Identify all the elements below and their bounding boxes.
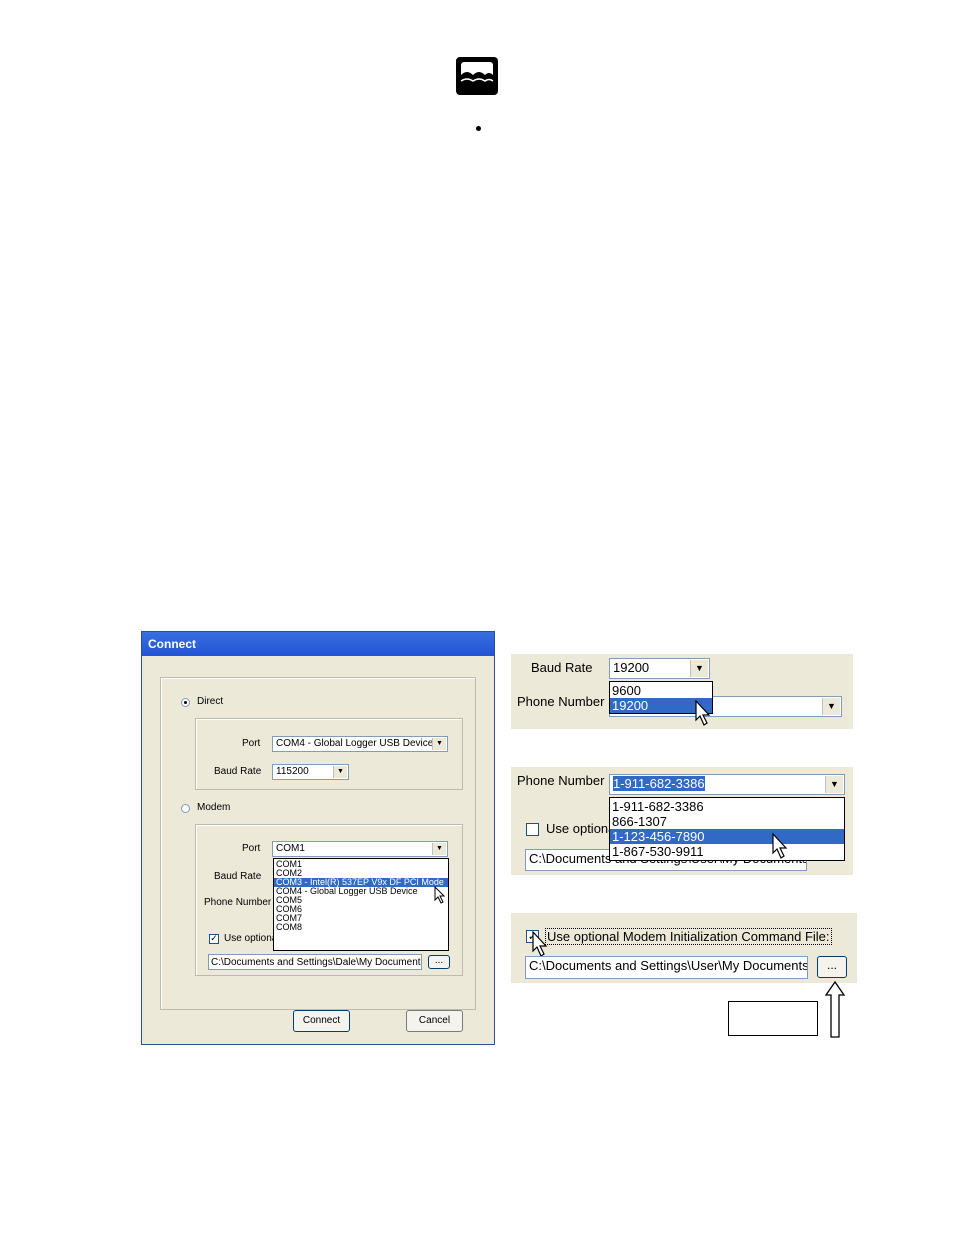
list-item[interactable]: 9600 [610, 683, 712, 698]
zoom3-path-value: C:\Documents and Settings\User\My Docume… [529, 958, 808, 973]
zoom3-browse-button[interactable]: ... [817, 956, 847, 978]
modem-radio[interactable] [181, 804, 190, 813]
modem-phone-label: Phone Number [204, 897, 272, 908]
zoom2-phone-dropdown-list[interactable]: 1-911-682-3386 866-1307 1-123-456-7890 1… [609, 797, 845, 861]
list-item[interactable]: COM4 - Global Logger USB Device [274, 887, 448, 896]
zoom2-phone-value: 1-911-682-3386 [613, 776, 705, 791]
list-item[interactable]: COM8 [274, 923, 448, 932]
zoom1-phone-label: Phone Number [517, 694, 605, 709]
chevron-down-icon[interactable]: ▼ [432, 843, 446, 855]
direct-radio[interactable] [181, 698, 190, 707]
direct-port-select[interactable]: COM4 - Global Logger USB Device ▼ [272, 736, 448, 752]
chevron-down-icon[interactable]: ▼ [825, 776, 843, 793]
modem-baud-label: Baud Rate [214, 871, 262, 882]
list-item[interactable]: COM7 [274, 914, 448, 923]
list-item[interactable]: 1-911-682-3386 [610, 799, 844, 814]
list-item[interactable]: COM1 [274, 860, 448, 869]
connect-button[interactable]: Connect [293, 1010, 350, 1032]
modem-port-value: COM1 [276, 843, 305, 854]
direct-baud-value: 115200 [276, 766, 309, 777]
mouse-cursor-icon [434, 886, 446, 904]
phone-number-zoom-panel: Phone Number 1-911-682-3386 ▼ Use option… [511, 767, 853, 875]
chevron-down-icon[interactable]: ▼ [822, 698, 840, 715]
direct-baud-select[interactable]: 115200 ▼ [272, 764, 349, 780]
zoom2-use-optional-checkbox[interactable] [526, 823, 539, 836]
modem-label: Modem [197, 802, 231, 813]
baud-rate-zoom-panel: Baud Rate 19200 ▼ Phone Number ▼ 9600 19… [511, 654, 853, 729]
modem-port-dropdown-list[interactable]: COM1 COM2 COM3 - Intel(R) 537EP V9x DF P… [273, 858, 449, 951]
direct-label: Direct [197, 696, 224, 707]
zoom2-phone-select[interactable]: 1-911-682-3386 ▼ [609, 774, 845, 795]
zoom3-path-field[interactable]: C:\Documents and Settings\User\My Docume… [525, 956, 808, 979]
list-item-selected[interactable]: 1-123-456-7890 [610, 829, 844, 844]
browse-button[interactable]: ... [428, 955, 450, 969]
cancel-button[interactable]: Cancel [406, 1010, 463, 1032]
mouse-cursor-icon [695, 700, 711, 726]
modem-port-select[interactable]: COM1 ▼ [272, 841, 448, 857]
list-item-selected[interactable]: COM3 - Intel(R) 537EP V9x DF PCI Mode [274, 878, 448, 887]
zoom1-baud-label: Baud Rate [531, 660, 593, 675]
zoom2-phone-label: Phone Number [517, 773, 605, 788]
zoom1-baud-value: 19200 [613, 660, 650, 675]
direct-port-label: Port [242, 738, 261, 749]
zoom2-use-optional-label: Use optiona [546, 821, 616, 836]
chevron-down-icon[interactable]: ▼ [690, 660, 708, 677]
bullet-point [476, 126, 481, 131]
list-item[interactable]: COM5 [274, 896, 448, 905]
company-logo-icon [456, 57, 498, 95]
connect-dialog: Connect Direct Port COM4 - Global Logger… [141, 631, 495, 1045]
direct-baud-label: Baud Rate [214, 766, 262, 777]
use-optional-checkbox[interactable]: ✓ [209, 934, 219, 944]
zoom3-use-optional-label: Use optional Modem Initialization Comman… [545, 928, 832, 945]
list-item[interactable]: COM2 [274, 869, 448, 878]
list-item[interactable]: 866-1307 [610, 814, 844, 829]
direct-port-value: COM4 - Global Logger USB Device [276, 738, 434, 749]
callout-box [728, 1001, 818, 1036]
dialog-title: Connect [142, 632, 494, 656]
zoom1-baud-select[interactable]: 19200 ▼ [609, 658, 710, 679]
modem-port-label: Port [242, 843, 261, 854]
list-item[interactable]: 1-867-530-9911 [610, 844, 844, 859]
list-item[interactable]: COM6 [274, 905, 448, 914]
up-arrow-icon [824, 981, 846, 1038]
use-optional-label: Use optional [224, 933, 280, 944]
command-file-zoom-panel: ✓ Use optional Modem Initialization Comm… [511, 913, 857, 983]
mouse-cursor-icon [532, 931, 548, 957]
modem-path-field[interactable]: C:\Documents and Settings\Dale\My Docume… [208, 954, 422, 970]
chevron-down-icon[interactable]: ▼ [333, 766, 347, 778]
mouse-cursor-icon [772, 833, 788, 859]
chevron-down-icon[interactable]: ▼ [432, 738, 446, 750]
